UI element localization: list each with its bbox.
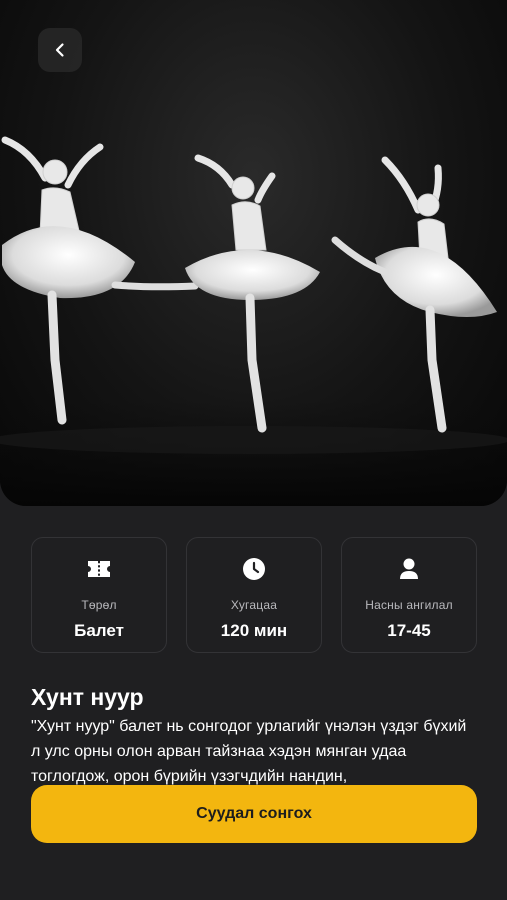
info-card-genre: Төрөл Балет xyxy=(31,537,167,653)
person-icon xyxy=(396,556,422,582)
info-value-duration: 120 мин xyxy=(220,621,288,640)
back-button[interactable] xyxy=(38,28,82,72)
info-label-genre: Төрөл xyxy=(81,598,117,612)
dancer-1 xyxy=(1,136,199,425)
info-value-age: 17-45 xyxy=(387,621,431,640)
dancer-3 xyxy=(331,156,497,433)
select-seat-button[interactable]: Суудал сонгох xyxy=(31,785,477,843)
info-cards: Төрөл Балет Хугацаа 120 мин Насны ангила… xyxy=(31,537,477,655)
chevron-left-icon xyxy=(55,43,64,57)
show-detail-screen: Төрөл Балет Хугацаа 120 мин Насны ангила… xyxy=(0,0,507,900)
ballet-photo xyxy=(0,136,507,506)
info-card-age: Насны ангилал 17-45 xyxy=(341,537,477,653)
hero-image xyxy=(0,0,507,506)
info-card-duration: Хугацаа 120 мин xyxy=(186,537,322,653)
clock-icon xyxy=(241,556,267,582)
dancer-2 xyxy=(185,154,320,433)
info-label-age: Насны ангилал xyxy=(365,598,453,612)
ticket-icon xyxy=(86,556,112,582)
info-value-genre: Балет xyxy=(74,621,124,640)
info-label-duration: Хугацаа xyxy=(230,598,278,612)
show-title: Хунт нуур xyxy=(31,684,144,710)
show-description: "Хунт нуур" балет нь сонгодог урлагийг ү… xyxy=(31,718,467,785)
